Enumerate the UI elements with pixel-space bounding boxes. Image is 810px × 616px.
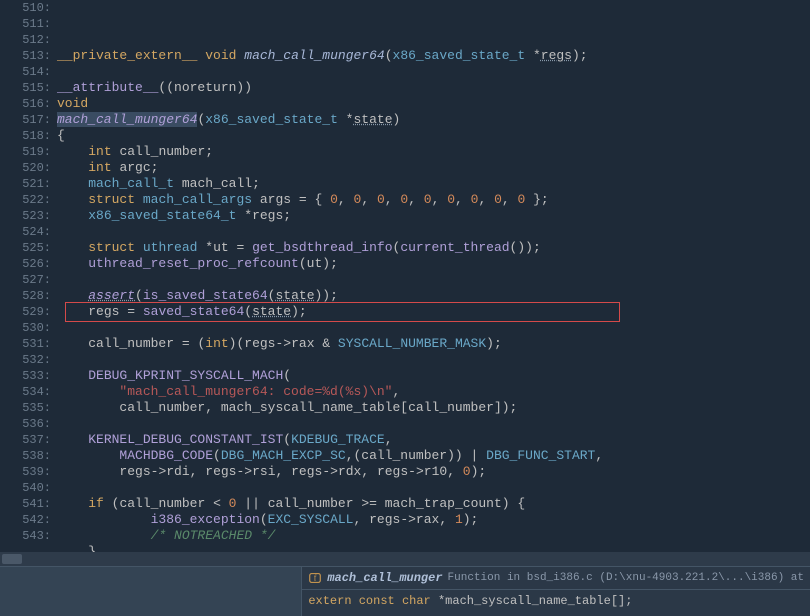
line-number: 512:: [0, 32, 51, 48]
code-line[interactable]: DEBUG_KPRINT_SYSCALL_MACH(: [57, 368, 810, 384]
function-name: mach_call_munger: [327, 571, 442, 585]
code-line[interactable]: x86_saved_state64_t *regs;: [57, 208, 810, 224]
svg-text:f: f: [314, 574, 317, 583]
code-editor[interactable]: 510:511:512:513:514:515:516:517:518:519:…: [0, 0, 810, 566]
code-line[interactable]: regs->rdi, regs->rsi, regs->rdx, regs->r…: [57, 464, 810, 480]
line-number: 538:: [0, 448, 51, 464]
function-preview-snippet: extern const char *mach_syscall_name_tab…: [302, 590, 810, 616]
line-number: 536:: [0, 416, 51, 432]
bottom-panel-left: [0, 567, 302, 616]
code-line[interactable]: struct uthread *ut = get_bsdthread_info(…: [57, 240, 810, 256]
code-line[interactable]: mach_call_munger64(x86_saved_state_t *st…: [57, 112, 810, 128]
line-number: 511:: [0, 16, 51, 32]
function-icon: f: [308, 571, 322, 585]
line-number: 534:: [0, 384, 51, 400]
code-line[interactable]: [57, 224, 810, 240]
code-line[interactable]: if (call_number < 0 || call_number >= ma…: [57, 496, 810, 512]
code-line[interactable]: call_number, mach_syscall_name_table[cal…: [57, 400, 810, 416]
code-line[interactable]: MACHDBG_CODE(DBG_MACH_EXCP_SC,(call_numb…: [57, 448, 810, 464]
code-content[interactable]: __private_extern__ void mach_call_munger…: [55, 0, 810, 566]
bottom-panel: f mach_call_munger Function in bsd_i386.…: [0, 566, 810, 616]
line-number: 533:: [0, 368, 51, 384]
line-number: 517:: [0, 112, 51, 128]
line-number: 520:: [0, 160, 51, 176]
code-line[interactable]: struct mach_call_args args = { 0, 0, 0, …: [57, 192, 810, 208]
code-line[interactable]: "mach_call_munger64: code=%d(%s)\n",: [57, 384, 810, 400]
line-number: 543:: [0, 528, 51, 544]
line-number: 516:: [0, 96, 51, 112]
line-number: 535:: [0, 400, 51, 416]
code-line[interactable]: [57, 272, 810, 288]
scrollbar-thumb[interactable]: [2, 554, 22, 564]
bottom-panel-right: f mach_call_munger Function in bsd_i386.…: [302, 567, 810, 616]
code-line[interactable]: [57, 352, 810, 368]
code-line[interactable]: regs = saved_state64(state);: [57, 304, 810, 320]
line-number: 532:: [0, 352, 51, 368]
line-number: 541:: [0, 496, 51, 512]
line-number: 542:: [0, 512, 51, 528]
line-number: 526:: [0, 256, 51, 272]
code-line[interactable]: int call_number;: [57, 144, 810, 160]
code-line[interactable]: __attribute__((noreturn)): [57, 80, 810, 96]
line-number: 528:: [0, 288, 51, 304]
line-number: 518:: [0, 128, 51, 144]
line-number: 524:: [0, 224, 51, 240]
code-line[interactable]: __private_extern__ void mach_call_munger…: [57, 48, 810, 64]
line-number: 531:: [0, 336, 51, 352]
line-number: 529:: [0, 304, 51, 320]
function-location: Function in bsd_i386.c (D:\xnu-4903.221.…: [448, 572, 804, 584]
line-number: 523:: [0, 208, 51, 224]
line-number: 522:: [0, 192, 51, 208]
line-number: 539:: [0, 464, 51, 480]
code-line[interactable]: mach_call_t mach_call;: [57, 176, 810, 192]
line-number: 521:: [0, 176, 51, 192]
code-line[interactable]: call_number = (int)(regs->rax & SYSCALL_…: [57, 336, 810, 352]
line-number: 510:: [0, 0, 51, 16]
code-line[interactable]: assert(is_saved_state64(state));: [57, 288, 810, 304]
line-number: 540:: [0, 480, 51, 496]
line-number: 515:: [0, 80, 51, 96]
code-line[interactable]: {: [57, 128, 810, 144]
line-number: 525:: [0, 240, 51, 256]
code-line[interactable]: uthread_reset_proc_refcount(ut);: [57, 256, 810, 272]
code-line[interactable]: int argc;: [57, 160, 810, 176]
horizontal-scrollbar[interactable]: [0, 552, 810, 566]
code-line[interactable]: i386_exception(EXC_SYSCALL, regs->rax, 1…: [57, 512, 810, 528]
code-line[interactable]: [57, 480, 810, 496]
line-number: 514:: [0, 64, 51, 80]
code-line[interactable]: [57, 64, 810, 80]
code-line[interactable]: void: [57, 96, 810, 112]
code-line[interactable]: [57, 416, 810, 432]
line-number: 519:: [0, 144, 51, 160]
line-number: 513:: [0, 48, 51, 64]
line-number: 527:: [0, 272, 51, 288]
line-number: 530:: [0, 320, 51, 336]
function-reference-header[interactable]: f mach_call_munger Function in bsd_i386.…: [302, 567, 810, 590]
line-number: 537:: [0, 432, 51, 448]
code-line[interactable]: KERNEL_DEBUG_CONSTANT_IST(KDEBUG_TRACE,: [57, 432, 810, 448]
code-line[interactable]: [57, 320, 810, 336]
code-line[interactable]: /* NOTREACHED */: [57, 528, 810, 544]
line-number-gutter: 510:511:512:513:514:515:516:517:518:519:…: [0, 0, 55, 566]
